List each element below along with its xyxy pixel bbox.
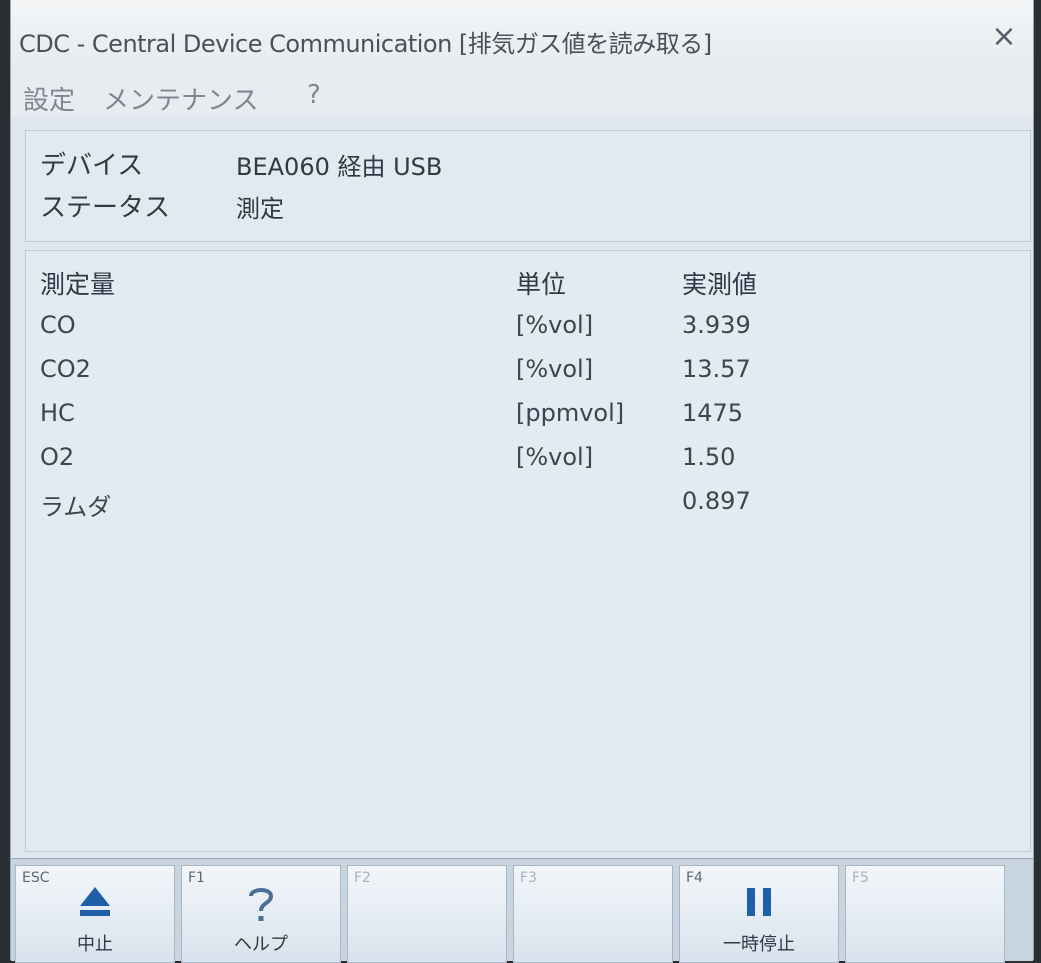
button-label: 中止 — [77, 934, 113, 955]
question-icon — [243, 884, 279, 928]
status-label: ステータス — [40, 193, 171, 223]
f2-button: F2 — [347, 865, 507, 963]
device-value: BEA060 経由 USB — [236, 153, 443, 181]
pause-icon — [743, 884, 775, 924]
button-label: ヘルプ — [234, 934, 288, 955]
f1-help-button[interactable]: F1 ヘルプ — [181, 865, 341, 963]
table-row: O2 [%vol] 1.50 — [26, 443, 1030, 487]
f3-button: F3 — [513, 865, 673, 963]
key-label: F5 — [852, 870, 869, 886]
f4-pause-button[interactable]: F4 一時停止 — [679, 865, 839, 963]
key-label: ESC — [22, 870, 50, 886]
function-key-bar: ESC 中止 F1 ヘルプ F2 F3 F4 一時停止 F5 — [11, 858, 1033, 963]
status-value: 測定 — [236, 195, 284, 223]
cell-quantity: CO — [40, 311, 76, 339]
cell-quantity: ラムダ — [40, 493, 112, 521]
eject-icon — [77, 884, 113, 924]
table-row: CO [%vol] 3.939 — [26, 311, 1030, 355]
cell-quantity: CO2 — [40, 355, 91, 383]
table-row: HC [ppmvol] 1475 — [26, 399, 1030, 443]
cell-unit: [%vol] — [516, 311, 594, 339]
cell-value: 3.939 — [682, 311, 751, 339]
device-info-panel: デバイス BEA060 経由 USB ステータス 測定 — [25, 130, 1031, 242]
button-label: 一時停止 — [723, 934, 795, 955]
key-label: F4 — [686, 870, 703, 886]
key-label: F2 — [354, 870, 371, 886]
cell-unit: [ppmvol] — [516, 399, 625, 427]
header-quantity: 測定量 — [40, 270, 116, 299]
table-row: ラムダ 0.897 — [26, 487, 1030, 531]
key-label: F3 — [520, 870, 537, 886]
table-row: CO2 [%vol] 13.57 — [26, 355, 1030, 399]
title-bar[interactable]: CDC - Central Device Communication [排気ガス… — [11, 0, 1033, 78]
menu-settings[interactable]: 設定 — [23, 80, 75, 117]
window-title: CDC - Central Device Communication [排気ガス… — [19, 30, 712, 58]
menu-help[interactable]: ? — [307, 80, 321, 110]
cell-quantity: O2 — [40, 443, 75, 471]
cell-unit: [%vol] — [516, 443, 594, 471]
measurement-table: 測定量 単位 実測値 CO [%vol] 3.939 CO2 [%vol] 13… — [25, 250, 1031, 852]
device-label: デバイス — [40, 151, 144, 181]
header-value: 実測値 — [682, 270, 758, 299]
cell-value: 13.57 — [682, 355, 751, 383]
menu-bar: 設定 メンテナンス ? — [11, 78, 1033, 116]
menu-maintenance[interactable]: メンテナンス — [103, 80, 258, 117]
cell-value: 1.50 — [682, 443, 736, 471]
close-icon[interactable]: × — [989, 22, 1019, 52]
header-unit: 単位 — [516, 270, 567, 299]
esc-cancel-button[interactable]: ESC 中止 — [15, 865, 175, 963]
cell-quantity: HC — [40, 399, 75, 427]
cell-value: 1475 — [682, 399, 744, 427]
cell-value: 0.897 — [682, 487, 751, 515]
f5-button: F5 — [845, 865, 1005, 963]
cell-unit: [%vol] — [516, 355, 594, 383]
key-label: F1 — [188, 870, 205, 886]
app-window: CDC - Central Device Communication [排気ガス… — [10, 0, 1034, 963]
